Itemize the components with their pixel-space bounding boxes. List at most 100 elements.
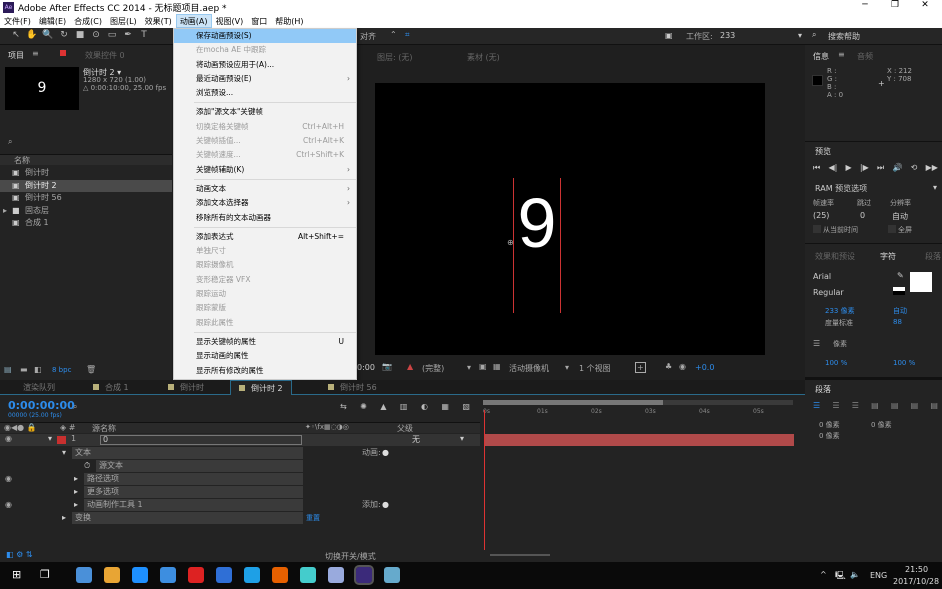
chevron-down-icon[interactable]: ▾ [798, 31, 802, 40]
project-search-icon[interactable]: ⌕ [8, 137, 12, 147]
chevron-down-icon[interactable]: ▾ [933, 183, 937, 192]
layer-name-field[interactable]: 0 [100, 435, 302, 445]
brainstorm-icon[interactable]: ▦ [441, 402, 449, 411]
bpc-button[interactable]: 8 bpc [52, 366, 71, 374]
fullscreen-checkbox[interactable] [888, 225, 896, 233]
tab-paragraph-short[interactable]: 段落 [925, 251, 941, 262]
motion-blur-icon[interactable]: ◐ [421, 402, 428, 411]
viewer-time[interactable]: 0:00 [357, 363, 375, 372]
timeline-tab[interactable]: 渲染队列 [15, 380, 63, 395]
resolution-select[interactable]: (完整) [422, 363, 444, 374]
parent-header[interactable]: 父级 [397, 423, 413, 434]
work-area-bar[interactable] [483, 400, 793, 405]
text-icon[interactable]: T [138, 30, 150, 42]
menu-item[interactable]: 添加"源文本"关键帧 [174, 105, 356, 119]
fill-color-swatch[interactable] [910, 272, 932, 292]
tab-info[interactable]: 信息 [813, 51, 829, 62]
edge-icon[interactable] [132, 567, 148, 583]
close-button[interactable]: ✕ [910, 0, 940, 14]
pen-icon[interactable]: ✒ [122, 30, 134, 42]
minimize-button[interactable]: ─ [850, 0, 880, 14]
audio-icon[interactable]: 🔊 [892, 163, 902, 173]
property-row[interactable]: ▸ 更多选项 [0, 486, 480, 498]
chevron-down-icon[interactable]: ▾ [467, 363, 471, 372]
from-current-checkbox[interactable] [813, 225, 821, 233]
tab-effect-controls[interactable]: 效果控件 0 [85, 50, 125, 61]
text-layer-glyph[interactable]: 9 [513, 186, 561, 261]
toggle-switches-modes[interactable]: 切换开关/模式 [325, 551, 376, 562]
justify-center-icon[interactable]: ▤ [891, 401, 899, 410]
footage-tab[interactable]: 素材 (无) [467, 52, 500, 63]
menu-item[interactable]: 将动画预设应用于(A)... [174, 58, 356, 72]
stroke-width-field[interactable]: 像素 [833, 339, 847, 349]
last-frame-icon[interactable]: ⏭ [877, 163, 884, 173]
menu-circle-icon[interactable]: ● [382, 447, 389, 459]
menu-item[interactable]: 跟踪摄像机 [174, 258, 356, 272]
current-time-indicator[interactable] [484, 410, 485, 550]
firefox-icon[interactable] [272, 567, 288, 583]
camera-select[interactable]: 活动摄像机 [509, 363, 549, 374]
twirl-icon[interactable]: ▾ [62, 447, 66, 459]
source-name-header[interactable]: 源名称 [92, 423, 116, 434]
leading-field[interactable]: 自动 [893, 306, 907, 316]
shy-layers-icon[interactable]: ▲ [380, 402, 386, 411]
align-left-icon[interactable]: ☰ [813, 401, 820, 410]
rotate-icon[interactable]: ↻ [58, 30, 70, 42]
menu-item[interactable]: 保存动画预设(S) [174, 29, 356, 44]
tab-audio[interactable]: 音频 [857, 51, 873, 62]
timeline-tab[interactable]: 合成 1 [85, 380, 137, 395]
exposure-value[interactable]: +0.0 [695, 363, 714, 372]
eyedropper-icon[interactable]: ✎ [897, 271, 904, 280]
snap-icon[interactable]: ⌃ [390, 30, 397, 39]
interpret-footage-icon[interactable]: ▤ [4, 365, 12, 374]
selection-icon[interactable]: ↖ [10, 30, 22, 42]
hand-icon[interactable]: ✋ [26, 30, 38, 42]
menu-layer[interactable]: 图层(L) [106, 14, 141, 28]
property-row[interactable]: ▾ 文本 动画: ● [0, 447, 480, 459]
loop-icon[interactable]: ⟲ [911, 163, 918, 173]
timeline-search-icon[interactable]: ⌕ [73, 402, 77, 412]
zoom-slider[interactable] [490, 554, 550, 556]
justify-right-icon[interactable]: ▤ [911, 401, 919, 410]
menu-item[interactable]: 切换定格关键帧 Ctrl+Alt+H [174, 120, 356, 134]
task-view-icon[interactable]: ❐ [40, 568, 50, 581]
clock-time[interactable]: 21:50 [905, 565, 928, 574]
twirl-icon[interactable]: ▸ [74, 473, 78, 485]
first-frame-icon[interactable]: ⏮ [813, 163, 820, 173]
draft-3d-icon[interactable]: ✺ [360, 402, 367, 411]
volume-icon[interactable]: 🔈 [850, 570, 860, 579]
comp-mini-flowchart-icon[interactable]: ⇆ [340, 402, 347, 411]
prev-frame-icon[interactable]: ◀| [828, 163, 837, 173]
vertical-scale-field[interactable]: 100 % [825, 359, 847, 367]
align-center-icon[interactable]: ☰ [832, 401, 839, 410]
panel-menu-icon[interactable]: ≡ [32, 49, 39, 58]
space-before-field[interactable]: 0 像素 [871, 420, 892, 430]
clock-date[interactable]: 2017/10/28 [893, 577, 939, 586]
indent-left-field[interactable]: 0 像素 [819, 420, 840, 430]
zoom-icon[interactable]: 🔍 [42, 30, 54, 42]
property-row[interactable]: ▸ 变换 重置 [0, 512, 480, 524]
frame-blending-icon[interactable]: ▥ [400, 402, 408, 411]
app-icon[interactable] [300, 567, 316, 583]
resolution-select[interactable]: 自动 [892, 211, 908, 222]
camera-icon[interactable]: ■ [74, 30, 86, 42]
project-item[interactable]: ▣ 倒计时 56 [0, 192, 172, 205]
font-style-select[interactable]: Regular [813, 288, 844, 297]
default-colors-icon[interactable] [893, 287, 905, 295]
menu-item[interactable]: 最近动画预设(E) › [174, 72, 356, 86]
collapse-icon[interactable]: ▾ [48, 434, 52, 443]
layer-switches-icon[interactable]: ◧ ⚙ ⇅ [6, 550, 33, 559]
parent-select[interactable]: 无 [412, 434, 420, 445]
menu-circle-icon[interactable]: ● [382, 499, 389, 511]
app-icon[interactable] [160, 567, 176, 583]
current-time[interactable]: 0:00:00:00 [8, 399, 75, 412]
layer-label-color[interactable] [57, 436, 66, 444]
network-icon[interactable]: 🖳 [835, 570, 846, 584]
transparency-grid-icon[interactable]: ▦ [493, 362, 501, 371]
panel-menu-icon[interactable]: ≡ [838, 50, 845, 59]
tab-effects-presets[interactable]: 效果和预设 [815, 251, 855, 262]
menu-file[interactable]: 文件(F) [0, 14, 35, 28]
input-language[interactable]: ENG [870, 571, 887, 580]
menu-item[interactable]: 在mocha AE 中跟踪 [174, 43, 356, 57]
menu-item[interactable]: 显示动画的属性 [174, 349, 356, 363]
